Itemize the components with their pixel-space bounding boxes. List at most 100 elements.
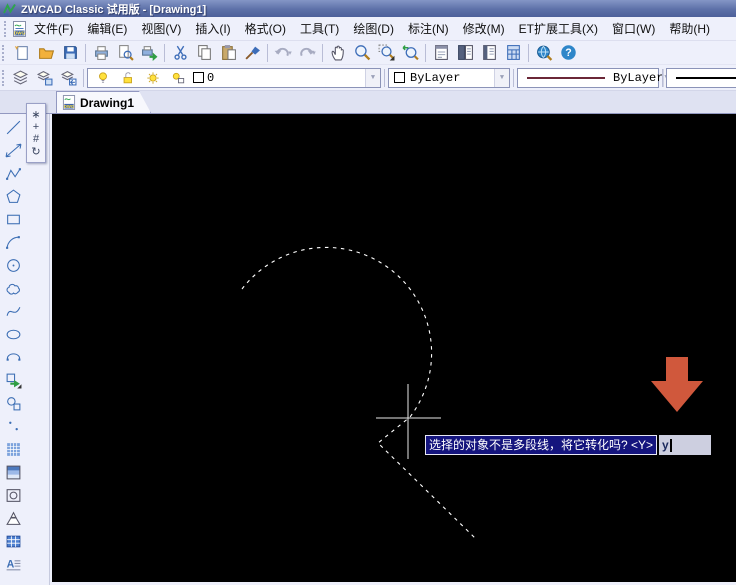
- menu-item-draw[interactable]: 绘图(D): [346, 17, 401, 40]
- zoom-previous-button[interactable]: [398, 42, 422, 64]
- layer-properties-button[interactable]: [8, 67, 32, 89]
- linetype-select[interactable]: ByLayer ▼: [517, 67, 669, 88]
- menu-item-express-tools[interactable]: ET扩展工具(X): [512, 17, 605, 40]
- table-button[interactable]: [1, 530, 25, 553]
- title-bar: ZWCAD Classic 试用版 - [Drawing1]: [0, 0, 736, 17]
- open-icon: [38, 44, 55, 61]
- help-button[interactable]: ?: [556, 42, 580, 64]
- zoom-realtime-button[interactable]: [350, 42, 374, 64]
- selected-polyline-entity[interactable]: [241, 246, 476, 539]
- toolbar-separator: [384, 68, 385, 87]
- quick-calc-icon: [505, 44, 522, 61]
- hatch-button[interactable]: [1, 438, 25, 461]
- construction-line-button[interactable]: [1, 139, 25, 162]
- menu-item-insert[interactable]: 插入(I): [188, 17, 237, 40]
- circle-button[interactable]: [1, 254, 25, 277]
- toolbar-grip[interactable]: [2, 44, 6, 61]
- osnap-marker-4-icon[interactable]: ↻: [31, 145, 40, 158]
- print-preview-button[interactable]: [113, 42, 137, 64]
- menu-item-window[interactable]: 窗口(W): [605, 17, 662, 40]
- match-properties-button[interactable]: [240, 42, 264, 64]
- text-cursor: [669, 438, 672, 452]
- lock-open-button[interactable]: [116, 67, 140, 89]
- chevron-down-icon[interactable]: ▼: [494, 68, 509, 87]
- pan-button[interactable]: [326, 42, 350, 64]
- osnap-marker-3-icon[interactable]: #: [33, 133, 39, 145]
- undo-button[interactable]: ▾: [271, 42, 295, 64]
- copy-icon: [196, 44, 213, 61]
- chevron-down-icon[interactable]: ▼: [365, 68, 380, 87]
- toolbar-grip[interactable]: [4, 20, 8, 37]
- multiline-text-button[interactable]: A: [1, 553, 25, 576]
- polygon-button[interactable]: [1, 185, 25, 208]
- polyline-icon: [5, 165, 22, 182]
- wipeout-icon: [5, 510, 22, 527]
- redo-button[interactable]: ▾: [295, 42, 319, 64]
- tab-drawing1[interactable]: DWG Drawing1: [56, 91, 151, 113]
- save-button[interactable]: [58, 42, 82, 64]
- construction-line-icon: [5, 142, 22, 159]
- online-search-button[interactable]: [532, 42, 556, 64]
- cut-button[interactable]: [168, 42, 192, 64]
- layer-previous-button[interactable]: [56, 67, 80, 89]
- arc-button[interactable]: [1, 231, 25, 254]
- menu-item-tools[interactable]: 工具(T): [293, 17, 346, 40]
- spline-button[interactable]: [1, 300, 25, 323]
- bulb-button[interactable]: [91, 67, 115, 89]
- save-icon: [62, 44, 79, 61]
- toolbar-grip[interactable]: [2, 69, 4, 86]
- revision-cloud-button[interactable]: [1, 277, 25, 300]
- polyline-button[interactable]: [1, 162, 25, 185]
- menu-item-format[interactable]: 格式(O): [238, 17, 293, 40]
- chevron-down-icon[interactable]: ▾: [288, 49, 292, 57]
- tool-palettes-button[interactable]: [477, 42, 501, 64]
- svg-text:DWG: DWG: [14, 30, 25, 35]
- dwg-document-icon[interactable]: DWG: [12, 20, 27, 37]
- plot-sun-button[interactable]: [166, 67, 190, 89]
- ellipse-arc-button[interactable]: [1, 346, 25, 369]
- insert-block-button[interactable]: [1, 369, 25, 392]
- wipeout-button[interactable]: [1, 507, 25, 530]
- make-block-button[interactable]: [1, 392, 25, 415]
- insert-block-icon: [5, 372, 22, 389]
- menu-item-dimension[interactable]: 标注(N): [401, 17, 456, 40]
- paste-button[interactable]: [216, 42, 240, 64]
- osnap-marker-1-icon[interactable]: ∗: [31, 108, 40, 121]
- point-button[interactable]: [1, 415, 25, 438]
- osnap-strip-items: ∗ + # ↻: [31, 108, 40, 158]
- standard-toolbar: ▾ ▾?: [0, 41, 736, 65]
- layer-name: 0: [207, 70, 215, 85]
- sun-button[interactable]: [141, 67, 165, 89]
- prompt-input-value: y: [662, 438, 669, 452]
- drawing-canvas[interactable]: 选择的对象不是多段线，将它转化吗? <Y> y: [52, 114, 736, 582]
- copy-button[interactable]: [192, 42, 216, 64]
- menu-item-modify[interactable]: 修改(M): [456, 17, 512, 40]
- menu-item-help[interactable]: 帮助(H): [662, 17, 717, 40]
- publish-icon: [141, 44, 158, 61]
- menu-item-view[interactable]: 视图(V): [134, 17, 188, 40]
- gradient-button[interactable]: [1, 461, 25, 484]
- menu-item-edit[interactable]: 编辑(E): [80, 17, 134, 40]
- layer-select[interactable]: 0 ▼: [87, 67, 381, 89]
- zoom-window-button[interactable]: [374, 42, 398, 64]
- quick-calc-button[interactable]: [501, 42, 525, 64]
- publish-button[interactable]: [137, 42, 161, 64]
- help-icon: ?: [560, 44, 577, 61]
- line-button[interactable]: [1, 116, 25, 139]
- ellipse-button[interactable]: [1, 323, 25, 346]
- osnap-marker-2-icon[interactable]: +: [33, 121, 39, 133]
- color-select[interactable]: ByLayer ▼: [388, 67, 510, 88]
- menu-item-file[interactable]: 文件(F): [27, 17, 80, 40]
- open-button[interactable]: [34, 42, 58, 64]
- chevron-down-icon[interactable]: ▾: [312, 49, 316, 57]
- layer-states-button[interactable]: [32, 67, 56, 89]
- designcenter-button[interactable]: [453, 42, 477, 64]
- region-button[interactable]: [1, 484, 25, 507]
- print-button[interactable]: [89, 42, 113, 64]
- command-prompt-tooltip: 选择的对象不是多段线，将它转化吗? <Y> y: [425, 435, 712, 455]
- prompt-input[interactable]: y: [659, 435, 712, 455]
- properties-button[interactable]: [429, 42, 453, 64]
- new-file-button[interactable]: [10, 42, 34, 64]
- rectangle-button[interactable]: [1, 208, 25, 231]
- lineweight-select[interactable]: ByLayer ▼: [666, 67, 736, 88]
